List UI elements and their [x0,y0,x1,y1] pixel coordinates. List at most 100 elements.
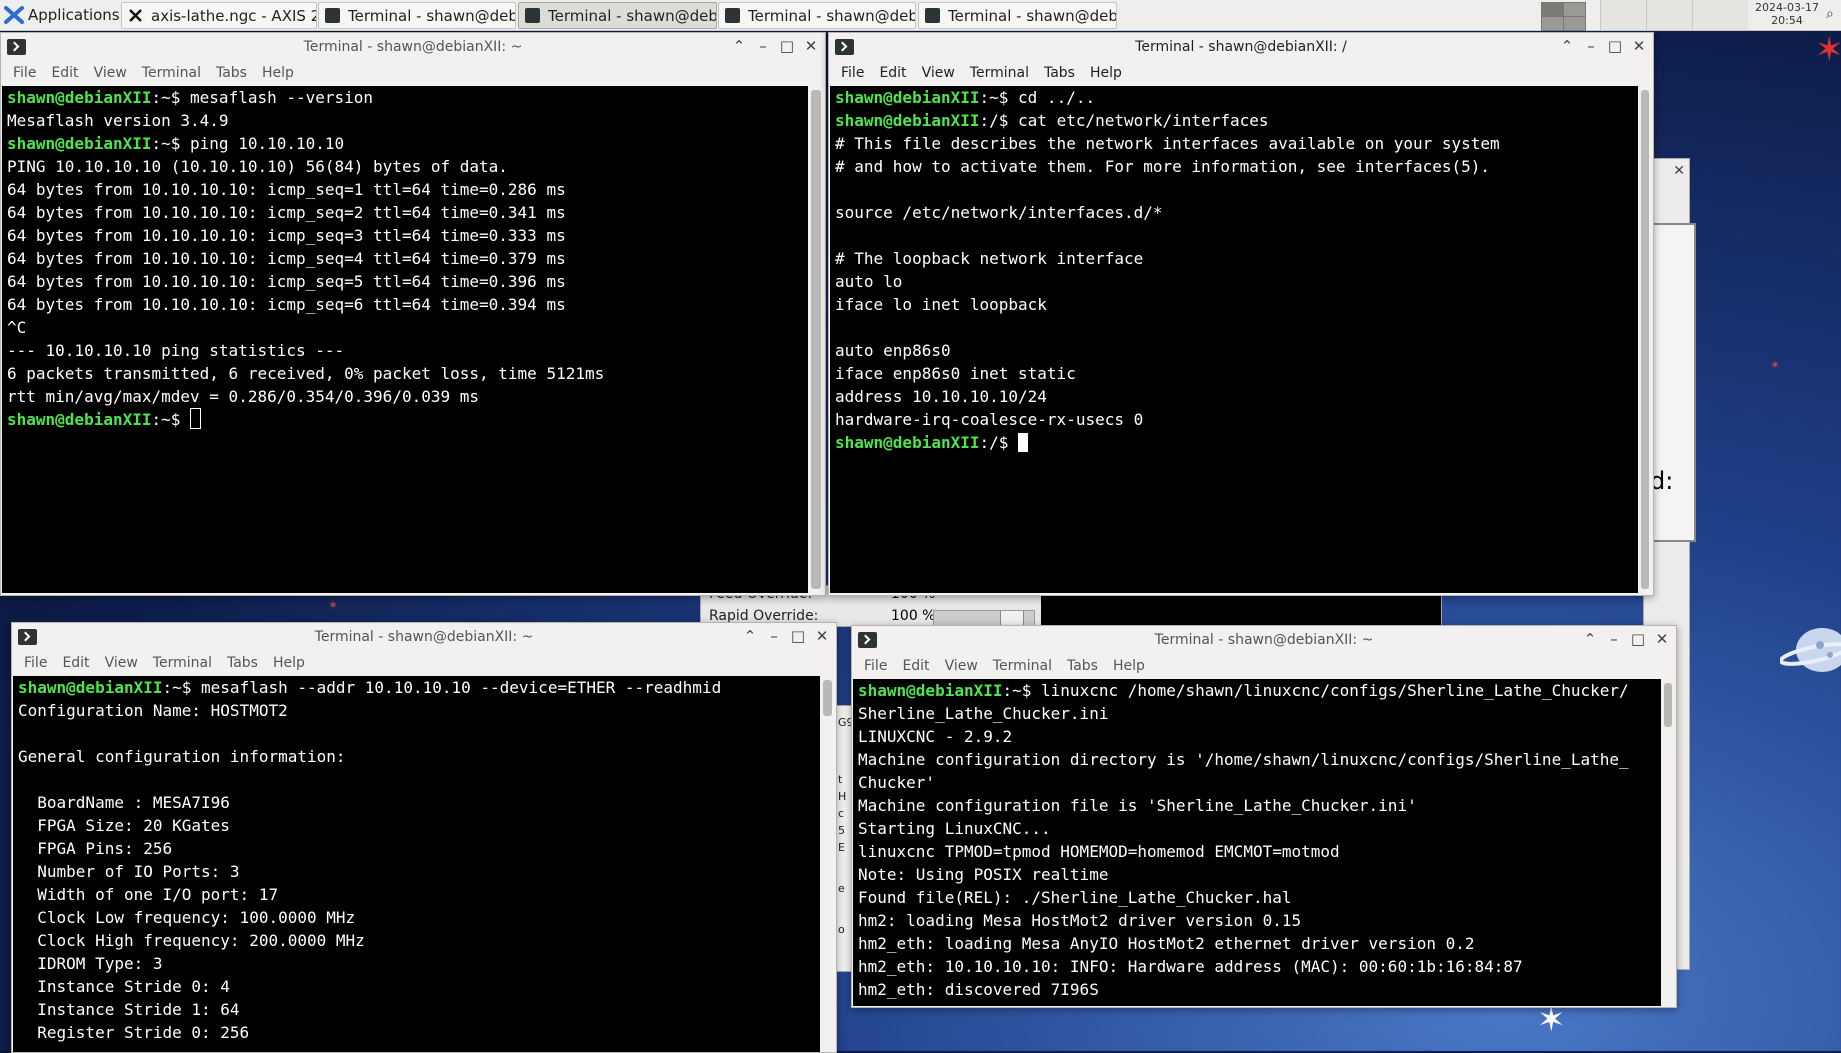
output-text: Clock High frequency: 200.0000 MHz [18,931,365,950]
output-text: # The loopback network interface [835,249,1144,268]
menu-help[interactable]: Help [256,62,303,84]
window-titlebar[interactable]: Terminal - shawn@debianXII: ~ ⌃ – □ ✕ [12,623,836,651]
output-line: 6 packets transmitted, 6 received, 0% pa… [7,362,808,385]
output-text: Starting LinuxCNC... [858,819,1051,838]
menu-edit[interactable]: Edit [45,62,87,84]
output-text: Number of IO Ports: 3 [18,862,240,881]
menu-file[interactable]: File [18,652,56,674]
menu-view[interactable]: View [939,655,987,677]
close-button[interactable]: ✕ [1654,630,1670,648]
minimize-button[interactable]: – [755,37,771,55]
close-icon[interactable]: ✕ [1673,163,1685,179]
output-line: # and how to activate them. For more inf… [835,155,1638,178]
taskbar-item-axis[interactable]: axis-lathe.ngc - AXIS 2.... [121,2,317,29]
close-button[interactable]: ✕ [814,627,830,645]
menu-file[interactable]: File [835,62,873,84]
window-titlebar[interactable]: Terminal - shawn@debianXII: ~ ⌃ – □ ✕ [1,33,825,61]
menu-terminal[interactable]: Terminal [964,62,1038,84]
workspace-switcher[interactable] [1540,1,1586,31]
maximize-button[interactable]: □ [1607,37,1623,55]
terminal-window-top-right[interactable]: Terminal - shawn@debianXII: / ⌃ – □ ✕ File … [828,32,1654,596]
scrollbar[interactable] [820,676,835,1052]
shade-button[interactable]: ⌃ [1559,37,1575,55]
terminal-window-top-left[interactable]: Terminal - shawn@debianXII: ~ ⌃ – □ ✕ File … [0,32,826,596]
menu-file[interactable]: File [858,655,896,677]
terminal-output[interactable]: shawn@debianXII:~$ mesaflash --addr 10.1… [13,676,820,1052]
taskbar-item-terminal-2[interactable]: Terminal - shawn@debi... [518,2,717,29]
minimize-button[interactable]: – [1583,37,1599,55]
workspace-1[interactable] [1541,2,1564,17]
menu-view[interactable]: View [99,652,147,674]
taskbar-item-terminal-3[interactable]: Terminal - shawn@debi... [718,2,916,29]
output-line: hm2_eth: 10.10.10.10: INFO: Hardware add… [858,955,1661,978]
prompt-path: :/ [979,111,999,130]
clock-time: 20:54 [1771,14,1803,27]
workspace-2[interactable] [1563,2,1586,17]
menu-edit[interactable]: Edit [896,655,938,677]
menu-terminal[interactable]: Terminal [136,62,210,84]
terminal-output[interactable]: shawn@debianXII:~$ cd ../.. shawn@debianX… [830,86,1638,593]
menu-tabs[interactable]: Tabs [1038,62,1084,84]
close-button[interactable]: ✕ [803,37,819,55]
output-line: source /etc/network/interfaces.d/* [835,201,1638,224]
terminal-output[interactable]: shawn@debianXII:~$ linuxcnc /home/shawn/… [853,679,1661,1006]
output-line: FPGA Size: 20 KGates [18,814,820,837]
workspace-4[interactable] [1563,16,1586,31]
command-text: $ [998,433,1019,452]
output-text: # and how to activate them. For more inf… [835,157,1491,176]
menubar: File Edit View Terminal Tabs Help [829,62,1653,84]
maximize-button[interactable]: □ [779,37,795,55]
output-line: ^C [7,316,808,339]
prompt-user-host: shawn@debianXII [18,678,163,697]
menu-help[interactable]: Help [1107,655,1154,677]
menu-view[interactable]: View [88,62,136,84]
maximize-button[interactable]: □ [790,627,806,645]
scrollbar[interactable] [808,86,824,593]
prompt-line: shawn@debianXII:/$ [835,431,1638,454]
minimize-button[interactable]: – [766,627,782,645]
scrollbar[interactable] [1661,679,1675,1006]
prompt-path: :~ [162,678,182,697]
menu-tabs[interactable]: Tabs [221,652,267,674]
menu-edit[interactable]: Edit [873,62,915,84]
top-panel: Applications ⁞ axis-lathe.ngc - AXIS 2..… [0,0,1841,31]
menu-terminal[interactable]: Terminal [147,652,221,674]
rapid-override-slider[interactable] [933,610,1035,626]
scrollbar[interactable] [1638,86,1652,593]
taskbar-item-terminal-4[interactable]: Terminal - shawn@debi... [918,2,1117,29]
menu-help[interactable]: Help [267,652,314,674]
maximize-button[interactable]: □ [1630,630,1646,648]
minimize-button[interactable]: – [1606,630,1622,648]
menu-file[interactable]: File [7,62,45,84]
taskbar-item-terminal-1[interactable]: Terminal - shawn@debi... [318,2,516,29]
output-text: BoardName : MESA7I96 [18,793,230,812]
shade-button[interactable]: ⌃ [1582,630,1598,648]
applications-menu[interactable]: Applications ⁞ [4,3,127,27]
clock[interactable]: 2024-03-17 20:54 [1752,1,1822,27]
menu-tabs[interactable]: Tabs [1061,655,1107,677]
output-text: iface enp86s0 inet static [835,364,1076,383]
prompt-user-host: shawn@debianXII [835,433,980,452]
window-titlebar[interactable]: Terminal - shawn@debianXII: / ⌃ – □ ✕ [829,33,1653,61]
window-titlebar[interactable]: Terminal - shawn@debianXII: ~ ⌃ – □ ✕ [852,626,1676,654]
menu-tabs[interactable]: Tabs [210,62,256,84]
shade-button[interactable]: ⌃ [731,37,747,55]
terminal-window-bottom-left[interactable]: Terminal - shawn@debianXII: ~ ⌃ – □ ✕ File … [11,622,837,1053]
clipboard-icon[interactable]: ⌕ [1826,6,1834,22]
output-text: source /etc/network/interfaces.d/* [835,203,1163,222]
menu-view[interactable]: View [916,62,964,84]
close-button[interactable]: ✕ [1631,37,1647,55]
output-text: General configuration information: [18,747,346,766]
workspace-3[interactable] [1541,16,1564,31]
output-text: PING 10.10.10.10 (10.10.10.10) 56(84) by… [7,157,508,176]
output-text: Found file(REL): ./Sherline_Lathe_Chucke… [858,888,1292,907]
menu-edit[interactable]: Edit [56,652,98,674]
tray-slot [1646,0,1692,30]
menu-terminal[interactable]: Terminal [987,655,1061,677]
output-line: iface enp86s0 inet static [835,362,1638,385]
terminal-window-bottom-right[interactable]: Terminal - shawn@debianXII: ~ ⌃ – □ ✕ File … [851,625,1677,1008]
terminal-output[interactable]: shawn@debianXII:~$ mesaflash --version Me… [2,86,808,593]
output-line: # The loopback network interface [835,247,1638,270]
shade-button[interactable]: ⌃ [742,627,758,645]
menu-help[interactable]: Help [1084,62,1131,84]
